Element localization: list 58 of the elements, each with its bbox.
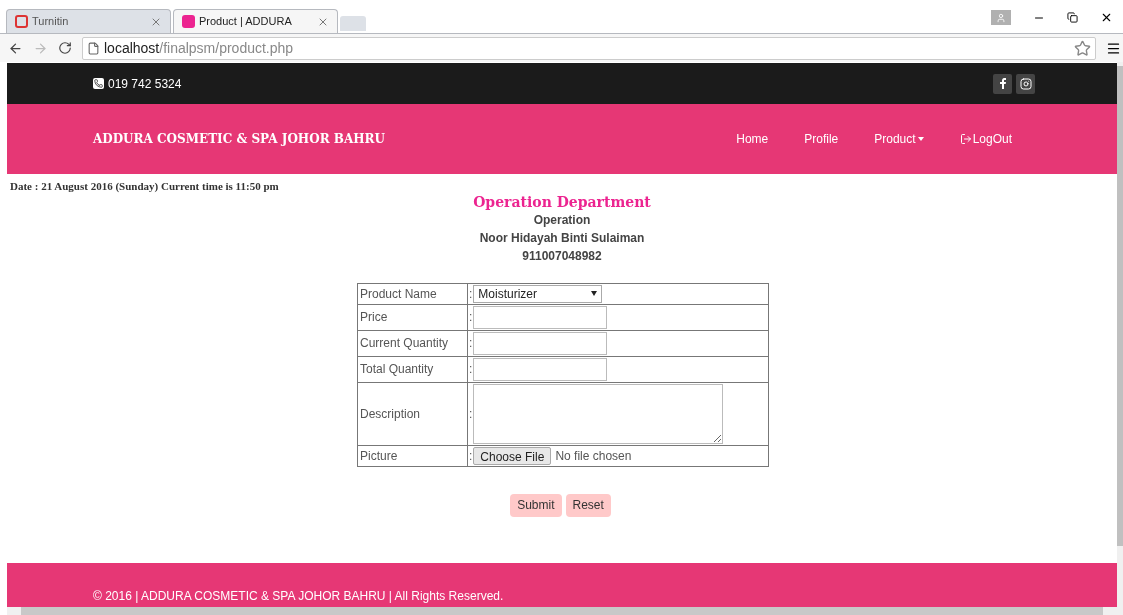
- colon-text: :: [469, 361, 473, 378]
- brand-title[interactable]: ADDURA COSMETIC & SPA JOHOR BAHRU: [93, 130, 737, 148]
- back-icon[interactable]: [8, 40, 23, 56]
- form-button[interactable]: Reset: [565, 493, 611, 517]
- url-text: localhost/finalpsm/product.php: [104, 38, 295, 58]
- product-select[interactable]: Moisturizer: [473, 284, 603, 303]
- field-label: Product Name: [357, 283, 468, 304]
- tab-title: Product | ADDURA: [199, 14, 293, 30]
- field-label: Current Quantity: [357, 330, 468, 356]
- date-text: Date : 21 August 2016 (Sunday) Current time is 11:50 pm: [10, 179, 280, 194]
- input-field[interactable]: [473, 331, 608, 355]
- horizontal-scrollbar[interactable]: [7, 607, 1117, 615]
- nav-link[interactable]: Profile: [804, 130, 839, 148]
- nav-link[interactable]: Product: [874, 130, 924, 148]
- input-field[interactable]: [473, 357, 608, 381]
- logo-icon: [15, 15, 28, 28]
- colon-text: :: [469, 309, 473, 326]
- dropdown-arrow-icon: [591, 291, 598, 296]
- field-label: Total Quantity: [357, 356, 468, 382]
- file-status-text: No file chosen: [555, 447, 632, 465]
- facebook-icon[interactable]: [993, 73, 1012, 94]
- caret-icon: [917, 137, 924, 141]
- browser-tab[interactable]: Turnitin: [6, 9, 171, 33]
- form-button[interactable]: Submit: [510, 493, 562, 517]
- copyright-text: © 2016 | ADDURA COSMETIC & SPA JOHOR BAHRU | All Rights Reserved.: [93, 588, 504, 605]
- forward-icon[interactable]: [33, 40, 48, 56]
- nav-link[interactable]: LogOut: [959, 130, 1012, 148]
- field-label: Price: [357, 304, 468, 330]
- site-logo-icon: [182, 15, 195, 28]
- bookmark-star-icon[interactable]: [1074, 39, 1091, 57]
- role-text: Operation: [533, 211, 591, 229]
- field-label: Picture: [357, 445, 468, 466]
- profile-icon[interactable]: [991, 10, 1011, 25]
- tab-title: Turnitin: [32, 14, 70, 30]
- department-title: Operation Department: [473, 192, 651, 211]
- browser-tab[interactable]: Product | ADDURA: [173, 9, 338, 33]
- menu-icon[interactable]: [1106, 40, 1121, 56]
- address-field[interactable]: localhost/finalpsm/product.php: [82, 36, 1096, 60]
- instagram-icon[interactable]: [1016, 73, 1035, 94]
- name-text: Noor Hidayah Binti Sulaiman: [479, 229, 645, 247]
- description-field[interactable]: [473, 383, 724, 444]
- vertical-scrollbar[interactable]: [1117, 62, 1123, 615]
- colon-text: :: [469, 405, 473, 423]
- nav-link[interactable]: Home: [736, 130, 769, 148]
- input-field[interactable]: [473, 305, 608, 329]
- restore-icon[interactable]: [1067, 12, 1078, 23]
- reload-icon[interactable]: [58, 41, 72, 55]
- id-text: 911007048982: [522, 247, 602, 265]
- phone-number: 019 742 5324: [108, 75, 183, 93]
- close-icon[interactable]: [1100, 11, 1113, 24]
- choose-file-button[interactable]: Choose File: [473, 446, 552, 465]
- logout-icon: [959, 133, 972, 145]
- colon-text: :: [469, 285, 473, 303]
- page-icon: [87, 41, 100, 55]
- colon-text: :: [469, 447, 473, 465]
- colon-text: :: [469, 335, 473, 352]
- phone-icon: [93, 78, 104, 89]
- field-label: Description: [357, 382, 468, 445]
